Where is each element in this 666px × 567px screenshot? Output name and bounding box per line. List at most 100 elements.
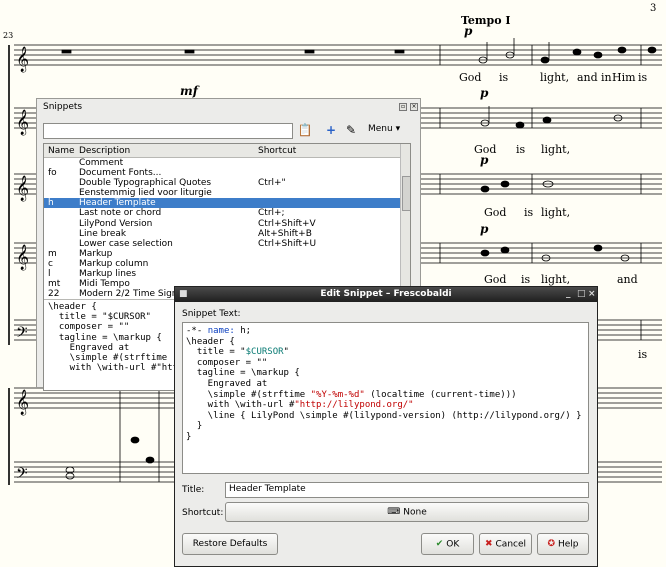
cell-description: Markup lines — [79, 269, 137, 280]
float-icon[interactable]: ▫ — [399, 103, 407, 111]
shortcut-label: Shortcut: — [182, 508, 224, 518]
lyric: God — [484, 206, 507, 219]
svg-text:𝄞: 𝄞 — [16, 46, 29, 72]
lyric: in — [601, 71, 612, 84]
cancel-button[interactable]: ✖ Cancel — [479, 533, 532, 555]
cell-description: Markup — [79, 248, 113, 259]
cell-shortcut: Ctrl+; — [258, 208, 285, 219]
lyric: is — [521, 273, 531, 286]
title-input[interactable]: Header Template — [225, 482, 589, 498]
table-row[interactable]: Double Typographical Quotes Ctrl+" — [44, 178, 410, 188]
scrollbar-thumb[interactable] — [402, 176, 410, 211]
cell-description: Line break — [79, 228, 127, 239]
lyric: light, — [541, 143, 571, 156]
restore-defaults-button[interactable]: Restore Defaults — [182, 533, 278, 555]
svg-text:𝄢: 𝄢 — [16, 465, 28, 486]
cell-description: Double Typographical Quotes — [79, 178, 212, 189]
maximize-icon[interactable]: □ — [577, 289, 586, 299]
menu-button[interactable]: Menu ▾ — [368, 124, 400, 134]
cell-shortcut: Ctrl+Shift+V — [258, 218, 316, 229]
cell-description: Comment — [79, 158, 124, 168]
lyric: God — [474, 143, 497, 156]
cell-description: Midi Tempo — [79, 279, 130, 290]
cell-shortcut: Alt+Shift+B — [258, 228, 312, 239]
dialog-titlebar[interactable]: ■ Edit Snippet – Frescobaldi _ □ × — [175, 287, 597, 302]
cell-description: Markup column — [79, 258, 149, 269]
scrollbar[interactable] — [400, 144, 410, 296]
table-row[interactable]: h Header Template — [44, 198, 410, 209]
svg-text:𝄢: 𝄢 — [16, 324, 28, 345]
table-row[interactable]: m Markup — [44, 249, 410, 259]
table-row[interactable]: Lower case selection Ctrl+Shift+U — [44, 239, 410, 249]
lyric: and — [617, 273, 638, 286]
minimize-icon[interactable]: _ — [566, 289, 571, 299]
edit-snippet-dialog: ■ Edit Snippet – Frescobaldi _ □ × Snipp… — [174, 286, 598, 567]
dynamic-marking: p — [480, 222, 489, 236]
dynamic-marking: p — [464, 24, 473, 38]
table-row[interactable]: LilyPond Version Ctrl+Shift+V — [44, 219, 410, 229]
table-row[interactable]: c Markup column — [44, 259, 410, 269]
ok-button[interactable]: ✔ OK — [421, 533, 474, 555]
column-header[interactable]: Shortcut — [258, 146, 296, 156]
cell-description: Header Template — [79, 198, 156, 209]
cell-description: Modern 2/2 Time Signa — [79, 289, 184, 300]
cell-name: m — [48, 248, 57, 259]
lyric: God — [484, 273, 507, 286]
lyric: is — [499, 71, 509, 84]
cell-name: fo — [48, 168, 57, 179]
table-row[interactable]: Eenstemmig lied voor liturgie — [44, 188, 410, 198]
lyric: Him — [612, 71, 636, 84]
lyric: is — [638, 348, 648, 361]
lyric: is — [638, 71, 648, 84]
close-icon[interactable]: × — [588, 289, 596, 299]
cell-description: Lower case selection — [79, 238, 173, 249]
column-header[interactable]: Name — [48, 146, 75, 156]
help-lifebuoy-icon: ✪ — [547, 539, 555, 549]
paste-icon[interactable]: 📋 — [297, 122, 313, 138]
svg-text:𝄞: 𝄞 — [16, 389, 29, 415]
table-row[interactable]: Comment — [44, 158, 410, 168]
search-input[interactable] — [43, 123, 293, 139]
add-icon[interactable]: + — [323, 122, 339, 138]
table-row[interactable]: l Markup lines — [44, 269, 410, 279]
dialog-title: Edit Snippet – Frescobaldi — [320, 289, 452, 299]
cell-description: LilyPond Version — [79, 218, 153, 229]
table-row[interactable]: fo Document Fonts... — [44, 168, 410, 178]
help-button[interactable]: ✪ Help — [537, 533, 589, 555]
lyric: is — [524, 206, 534, 219]
cell-name: mt — [48, 279, 61, 290]
table-header: Name Description Shortcut — [44, 144, 410, 158]
lyric: is — [516, 143, 526, 156]
column-header[interactable]: Description — [79, 146, 130, 156]
panel-title: Snippets — [43, 102, 83, 112]
bar-number: 23 — [3, 31, 14, 40]
table-row[interactable]: Last note or chord Ctrl+; — [44, 208, 410, 218]
svg-text:𝄞: 𝄞 — [16, 175, 29, 201]
keyboard-icon: ⌨ — [387, 507, 401, 517]
lyric: light, — [541, 273, 571, 286]
svg-text:𝄞: 𝄞 — [16, 109, 29, 135]
dynamic-marking: mf — [180, 84, 198, 98]
cell-name: h — [48, 198, 54, 209]
page-number: 3 — [650, 3, 657, 14]
snippets-toolbar: 📋 + ✎ Menu ▾ — [43, 122, 417, 140]
ok-check-icon: ✔ — [435, 539, 444, 549]
table-row[interactable]: Line break Alt+Shift+B — [44, 229, 410, 239]
title-label: Title: — [182, 485, 205, 495]
snippet-text-editor[interactable]: -*- name: h; \header { title = "$CURSOR"… — [182, 322, 589, 474]
edit-icon[interactable]: ✎ — [343, 122, 359, 138]
lyric: God — [459, 71, 482, 84]
lyric: and — [577, 71, 598, 84]
snippet-rows: Comment fo Document Fonts... Double Typogra… — [44, 158, 410, 299]
cell-description: Eenstemmig lied voor liturgie — [79, 188, 212, 199]
snippet-text-label: Snippet Text: — [182, 309, 241, 319]
cell-description: Last note or chord — [79, 208, 162, 219]
cell-shortcut: Ctrl+" — [258, 178, 286, 189]
lyric: light, — [541, 206, 571, 219]
svg-text:𝄞: 𝄞 — [16, 244, 29, 270]
dynamic-marking: p — [480, 86, 489, 100]
shortcut-button[interactable]: ⌨ None — [225, 502, 589, 522]
close-icon[interactable]: × — [410, 103, 418, 111]
cell-shortcut: Ctrl+Shift+U — [258, 238, 317, 249]
cell-name: l — [48, 269, 51, 280]
